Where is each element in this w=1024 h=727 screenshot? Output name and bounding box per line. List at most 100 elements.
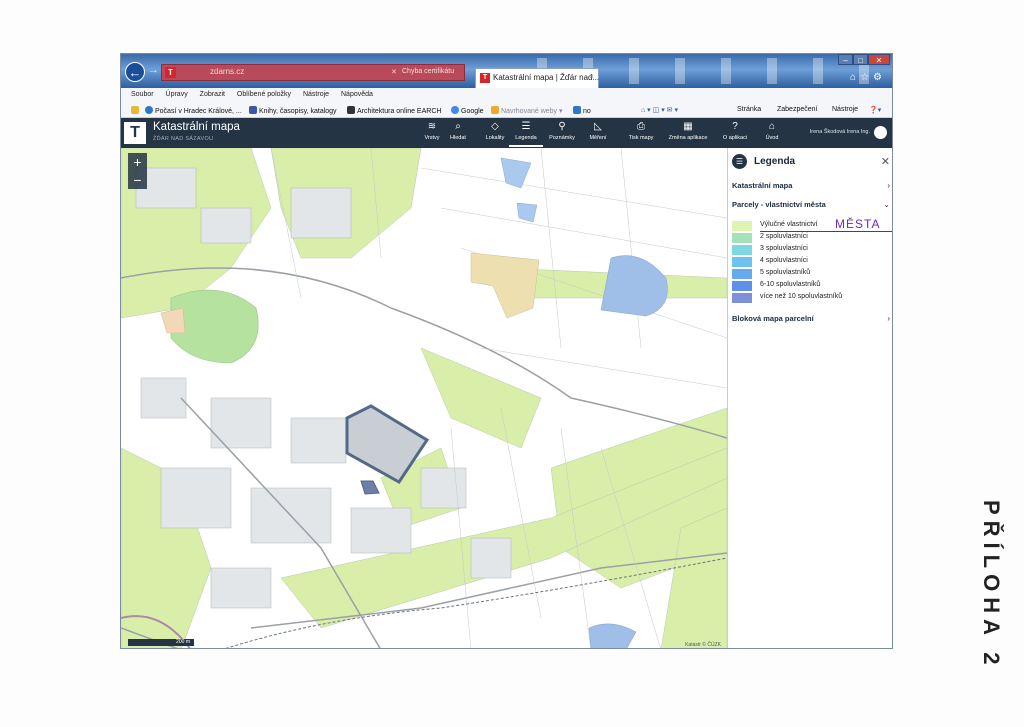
map-canvas[interactable]: [121, 148, 727, 649]
tool-zmena-aplikace[interactable]: ▦ Změna aplikace: [668, 120, 708, 147]
legend-title: Legenda: [754, 156, 796, 167]
grid-icon: ▦: [683, 121, 693, 132]
tool-mereni[interactable]: ◺ Měření: [581, 120, 615, 147]
legend-swatch: [732, 269, 752, 279]
fav-knihy-label: Knihy, časopisy, katalogy: [259, 108, 337, 115]
tool-hledat[interactable]: ⌕ Hledat: [441, 120, 475, 147]
tool-tisk-mapy-label: Tisk mapy: [628, 135, 654, 141]
tool-hledat-label: Hledat: [450, 135, 466, 141]
menu-nastroje[interactable]: Nástroje: [303, 88, 329, 102]
favorites-star-icon[interactable]: ☆: [860, 72, 873, 83]
legend-section-vlastnictvi[interactable]: Parcely - vlastnictví města ⌄: [732, 200, 892, 214]
legend-section-blokova-mapa[interactable]: Bloková mapa parcelní ›: [732, 314, 892, 328]
address-url: zdarns.cz: [210, 67, 245, 76]
back-arrow-icon[interactable]: ←: [125, 62, 145, 82]
legend-section-label: Parcely - vlastnictví města: [732, 200, 826, 209]
menu-upravy[interactable]: Úpravy: [166, 88, 188, 102]
favorites-add-icon[interactable]: [131, 106, 141, 115]
map-attribution: Katastr © ČÚZK: [685, 642, 721, 648]
legend-item-label: 3 spoluvlastníci: [760, 245, 808, 252]
chevron-right-icon: ›: [887, 181, 890, 190]
certificate-error-label[interactable]: Chyba certifikátu: [402, 68, 454, 75]
tab-katastralni-mapa[interactable]: T Katastrální mapa | Žďár nad... ×: [475, 68, 599, 88]
zoom-out-icon[interactable]: −: [128, 171, 147, 189]
handwritten-annotation: MĚSTA: [835, 217, 881, 231]
ruler-icon: ◺: [594, 121, 602, 132]
browser-titlebar: ← → T zdarns.cz ✕ Chyba certifikátu T Ka…: [121, 54, 892, 88]
fav-no-label: no: [583, 108, 591, 115]
tool-lokality[interactable]: ◇ Lokality: [478, 120, 512, 147]
legend-item: 6-10 spoluvlastníků: [732, 280, 882, 292]
close-icon[interactable]: ✕: [881, 155, 890, 168]
legend-swatch: [732, 245, 752, 255]
home-browser-icon[interactable]: ⌂: [850, 72, 860, 83]
search-icon: ⌕: [455, 121, 461, 132]
avatar[interactable]: [874, 126, 887, 139]
minimize-icon[interactable]: –: [838, 54, 853, 65]
chevron-right-icon: ›: [887, 314, 890, 323]
tab-close-icon[interactable]: ×: [589, 72, 594, 81]
user-name[interactable]: Irena Škodová Irena Ing.: [810, 129, 870, 135]
fav-no[interactable]: no: [573, 106, 591, 115]
tool-uvod[interactable]: ⌂ Úvod: [759, 120, 785, 147]
legend-item: více než 10 spoluvlastníků: [732, 292, 882, 304]
scale-bar: 200 m: [128, 639, 194, 646]
scanned-page: ← → T zdarns.cz ✕ Chyba certifikátu T Ka…: [0, 0, 1024, 727]
tab-favicon-icon: T: [480, 73, 490, 83]
fav-navrhovane[interactable]: Navrhované weby ▾: [491, 106, 563, 115]
zoom-in-icon[interactable]: +: [128, 153, 147, 171]
close-window-icon[interactable]: ✕: [868, 54, 890, 65]
handwritten-underline: [760, 231, 892, 232]
menu-oblibene[interactable]: Oblíbené položky: [237, 88, 291, 102]
tool-lokality-label: Lokality: [485, 135, 505, 141]
legend-swatch: [732, 257, 752, 267]
tool-tisk-mapy[interactable]: ⎙ Tisk mapy: [624, 120, 658, 147]
command-stranka[interactable]: Stránka: [737, 106, 761, 113]
window-controls: – □ ✕: [838, 54, 890, 66]
address-bar[interactable]: T zdarns.cz ✕ Chyba certifikátu: [161, 64, 465, 81]
legend-swatch: [732, 221, 752, 231]
tool-o-aplikaci-label: O aplikaci: [722, 135, 748, 141]
fav-google[interactable]: Google: [451, 106, 484, 115]
command-zabezpeceni[interactable]: Zabezpečení: [777, 106, 817, 113]
maximize-icon[interactable]: □: [853, 54, 868, 65]
certificate-error-icon[interactable]: ✕: [391, 68, 397, 76]
legend-section-label: Katastrální mapa: [732, 181, 793, 190]
menu-napoveda[interactable]: Nápověda: [341, 88, 373, 102]
settings-gear-icon[interactable]: ⚙: [873, 72, 886, 83]
tool-zmena-aplikace-label: Změna aplikace: [668, 135, 708, 141]
chevron-down-icon: ⌄: [883, 200, 890, 209]
command-nastroje[interactable]: Nástroje: [832, 106, 858, 113]
app-title: Katastrální mapa: [153, 121, 240, 133]
browser-window: ← → T zdarns.cz ✕ Chyba certifikátu T Ka…: [120, 53, 893, 649]
fav-pocasi-label: Počasí v Hradec Králové, ...: [155, 108, 242, 115]
app-header: T Katastrální mapa ŽĎÁR NAD SÁZAVOU ≋ Vrs…: [121, 118, 892, 148]
polygon-icon: ◇: [491, 121, 499, 132]
command-icons[interactable]: ⌂ ▾ ◫ ▾ ✉ ▾: [641, 106, 678, 114]
fav-knihy[interactable]: Knihy, časopisy, katalogy: [249, 106, 337, 115]
legend-item-label: 2 spoluvlastníci: [760, 233, 808, 240]
cadastral-map[interactable]: + − 200 m Katastr © ČÚZK: [121, 148, 727, 649]
fav-navrhovane-label: Navrhované weby: [501, 108, 558, 115]
pin-icon: ⚲: [558, 121, 566, 132]
zoom-control: + −: [128, 153, 147, 189]
tool-legenda[interactable]: ☰ Legenda: [509, 120, 543, 147]
legend-item-label: Výlučné vlastnictví: [760, 221, 818, 228]
menu-soubor[interactable]: Soubor: [131, 88, 154, 102]
printer-icon: ⎙: [637, 121, 645, 132]
site-favicon-icon: T: [165, 67, 176, 78]
fav-earch[interactable]: Architektura online EARCH: [347, 106, 441, 115]
tool-mereni-label: Měření: [589, 135, 607, 141]
menu-zobrazit[interactable]: Zobrazit: [200, 88, 225, 102]
legend-swatch: [732, 233, 752, 243]
help-icon[interactable]: ❓▾: [869, 106, 881, 114]
tool-o-aplikaci[interactable]: ? O aplikaci: [718, 120, 752, 147]
tab-title: Katastrální mapa | Žďár nad...: [493, 73, 600, 82]
tool-poznamky[interactable]: ⚲ Poznámky: [545, 120, 579, 147]
forward-arrow-icon[interactable]: →: [148, 64, 159, 76]
fav-pocasi[interactable]: Počasí v Hradec Králové, ...: [145, 106, 242, 115]
legend-item: 3 spoluvlastníci: [732, 244, 882, 256]
legend-section-katastralni-mapa[interactable]: Katastrální mapa ›: [732, 181, 892, 195]
favorites-bar: Počasí v Hradec Králové, ... Knihy, časo…: [121, 102, 892, 118]
legend-item-label: 6-10 spoluvlastníků: [760, 281, 821, 288]
